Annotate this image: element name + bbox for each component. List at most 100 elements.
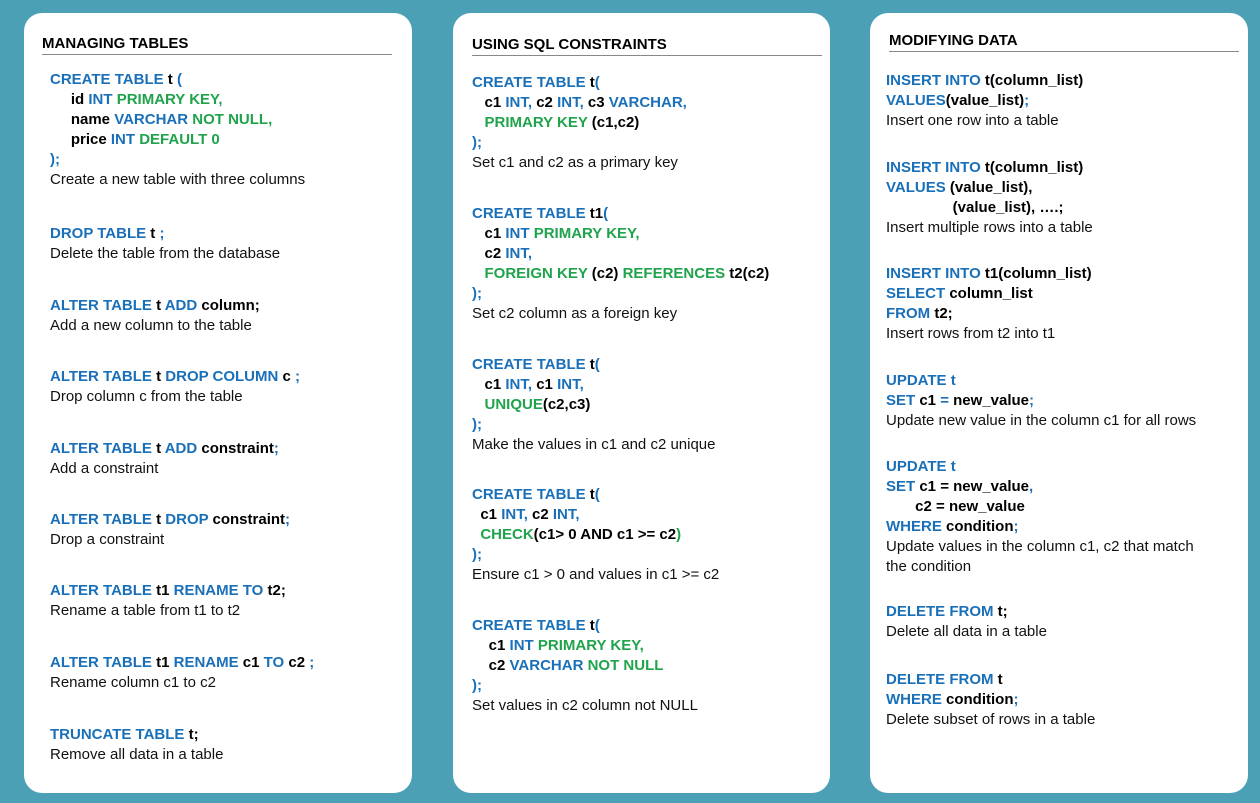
code-token: c1 bbox=[472, 225, 506, 242]
code-token: ; bbox=[285, 511, 291, 528]
code-token: ALTER TABLE bbox=[50, 511, 157, 528]
code-token: t(column_list) bbox=[984, 72, 1084, 89]
code-line: FOREIGN KEY (c2) REFERENCES t2(c2) bbox=[472, 264, 830, 284]
entry-description: Update new value in the column c1 for al… bbox=[886, 412, 1197, 429]
code-line: WHERE condition; bbox=[886, 690, 1248, 710]
entry-description: Add a new column to the table bbox=[50, 317, 252, 334]
code-token: t2(c2) bbox=[729, 265, 770, 282]
code-token: (c2) bbox=[591, 265, 623, 282]
code-token: INT bbox=[505, 225, 534, 242]
code-line: CREATE TABLE t( bbox=[472, 616, 830, 636]
entry-description: Remove all data in a table bbox=[50, 746, 224, 763]
sql-entry: ALTER TABLE t1 RENAME TO t2; Rename a tab… bbox=[24, 581, 412, 621]
code-token: INT, bbox=[557, 94, 588, 111]
code-line: c1 INT PRIMARY KEY, bbox=[472, 636, 830, 656]
code-token: t bbox=[156, 511, 166, 528]
sql-entry: INSERT INTO t(column_list) VALUES(value_l… bbox=[870, 71, 1248, 131]
code-token: SET bbox=[886, 392, 920, 409]
code-token: ALTER TABLE bbox=[50, 297, 157, 314]
entry-description: Create a new table with three columns bbox=[50, 171, 306, 188]
code-token: FROM bbox=[886, 305, 935, 322]
code-line: UPDATE t bbox=[886, 371, 1248, 391]
code-token: ( bbox=[172, 71, 182, 88]
code-token: DROP bbox=[165, 511, 213, 528]
entry-description: Ensure c1 > 0 and values in c1 >= c2 bbox=[472, 566, 720, 583]
code-line: CREATE TABLE t1( bbox=[472, 204, 830, 224]
code-line: SET c1 = new_value, bbox=[886, 477, 1248, 497]
code-token: INT, bbox=[505, 94, 537, 111]
code-token: ADD bbox=[164, 297, 202, 314]
code-token: ); bbox=[472, 285, 482, 302]
code-line: ); bbox=[472, 545, 830, 565]
sql-entry: CREATE TABLE t ( id INT PRIMARY KEY, nam… bbox=[24, 70, 412, 190]
code-token: = bbox=[940, 392, 954, 409]
code-token: column; bbox=[201, 297, 260, 314]
code-line: (value_list), ….; bbox=[886, 198, 1248, 218]
entry-description: Drop a constraint bbox=[50, 531, 165, 548]
code-token: ); bbox=[472, 546, 482, 563]
code-line: INSERT INTO t(column_list) bbox=[886, 158, 1248, 178]
code-token: t1 bbox=[589, 205, 604, 222]
code-token: CREATE TABLE bbox=[472, 486, 590, 503]
entry-description: Rename column c1 to c2 bbox=[50, 674, 216, 691]
code-line: DROP TABLE t ; bbox=[50, 224, 412, 244]
code-line: ); bbox=[472, 415, 830, 435]
code-token: CREATE TABLE bbox=[50, 71, 168, 88]
entry-description: Delete subset of rows in a table bbox=[886, 711, 1096, 728]
panel-modifying-data: MODIFYING DATA INSERT INTO t(column_list… bbox=[870, 13, 1248, 793]
code-token: TO bbox=[263, 654, 289, 671]
entry-description: Rename a table from t1 to t2 bbox=[50, 602, 241, 619]
code-line: PRIMARY KEY (c1,c2) bbox=[472, 113, 830, 133]
code-token: c2 bbox=[532, 506, 553, 523]
code-token: c1 bbox=[472, 94, 506, 111]
code-line: c1 INT, c2 INT, bbox=[472, 505, 830, 525]
code-token: CREATE TABLE bbox=[472, 205, 590, 222]
code-token: CREATE TABLE bbox=[472, 356, 590, 373]
code-token: DROP TABLE bbox=[50, 225, 151, 242]
code-token: ); bbox=[472, 134, 482, 151]
code-token: UPDATE bbox=[886, 458, 951, 475]
sql-entry: DELETE FROM t WHERE condition; Delete subs… bbox=[870, 670, 1248, 730]
code-token: t2; bbox=[934, 305, 953, 322]
code-token: t bbox=[997, 671, 1003, 688]
code-token: id bbox=[50, 91, 89, 108]
sql-entry: DELETE FROM t; Delete all data in a table bbox=[870, 602, 1248, 642]
code-token: REFERENCES bbox=[622, 265, 730, 282]
sql-entry: ALTER TABLE t ADD column; Add a new colum… bbox=[24, 296, 412, 336]
code-line: c2 VARCHAR NOT NULL bbox=[472, 656, 830, 676]
code-token: VARCHAR bbox=[114, 111, 193, 128]
code-line: ); bbox=[472, 133, 830, 153]
code-token: INT, bbox=[501, 506, 533, 523]
code-token: INSERT INTO bbox=[886, 265, 985, 282]
code-token: UNIQUE bbox=[472, 396, 543, 413]
code-token: ( bbox=[594, 617, 600, 634]
code-token: ; bbox=[1013, 691, 1019, 708]
code-token: t; bbox=[997, 603, 1008, 620]
code-token: c bbox=[282, 368, 291, 385]
code-token: ( bbox=[594, 356, 600, 373]
code-token: SELECT bbox=[886, 285, 950, 302]
code-token: ; bbox=[155, 225, 165, 242]
code-token: t bbox=[950, 458, 956, 475]
code-token: ( bbox=[594, 486, 600, 503]
code-token: t2; bbox=[267, 582, 286, 599]
code-token: DELETE FROM bbox=[886, 603, 998, 620]
code-token: t bbox=[156, 368, 166, 385]
panel-using-sql-constraints: USING SQL CONSTRAINTS CREATE TABLE t( c1… bbox=[453, 13, 830, 793]
code-token: PRIMARY KEY, bbox=[533, 225, 640, 242]
entry-description: Make the values in c1 and c2 unique bbox=[472, 436, 716, 453]
code-line: SELECT column_list bbox=[886, 284, 1248, 304]
panel-title: MANAGING TABLES bbox=[42, 35, 392, 55]
code-token: ) bbox=[676, 526, 682, 543]
code-token: name bbox=[50, 111, 115, 128]
code-token: VALUES bbox=[886, 92, 946, 109]
code-token: INT bbox=[88, 91, 117, 108]
code-line: ALTER TABLE t ADD column; bbox=[50, 296, 412, 316]
entry-description: Insert rows from t2 into t1 bbox=[886, 325, 1056, 342]
code-token: ); bbox=[50, 151, 60, 168]
code-line: ); bbox=[472, 284, 830, 304]
sql-entry: INSERT INTO t1(column_list) SELECT column… bbox=[870, 264, 1248, 344]
code-token: PRIMARY KEY, bbox=[116, 91, 223, 108]
entry-description: Set c1 and c2 as a primary key bbox=[472, 154, 678, 171]
code-token: VARCHAR, bbox=[608, 94, 687, 111]
